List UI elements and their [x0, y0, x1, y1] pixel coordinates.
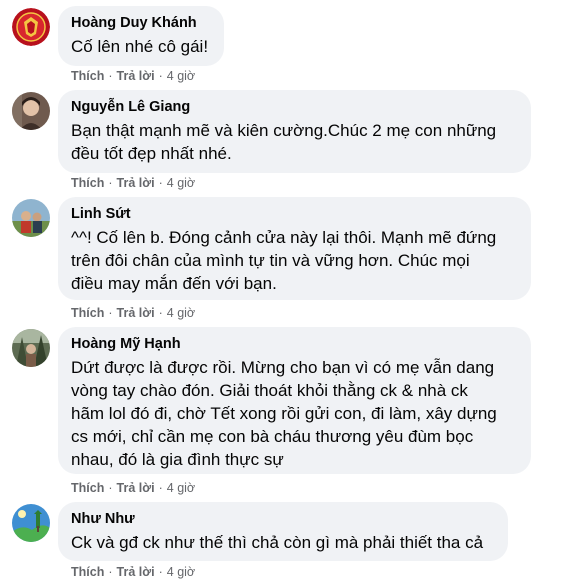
- reply-link[interactable]: Trả lời: [117, 176, 155, 190]
- like-link[interactable]: Thích: [71, 565, 104, 579]
- comment-actions: Thích · Trả lời · 4 giờ: [71, 176, 196, 190]
- comment-author[interactable]: Như Như: [71, 510, 495, 528]
- like-link[interactable]: Thích: [71, 176, 104, 190]
- comment-bubble: Hoàng Duy Khánh Cố lên nhé cô gái!: [58, 6, 224, 66]
- comment-text: Ck và gđ ck như thế thì chả còn gì mà ph…: [71, 533, 484, 552]
- comment-author[interactable]: Linh Sứt: [71, 205, 518, 223]
- comment-author[interactable]: Hoàng Duy Khánh: [71, 14, 211, 32]
- comment-bubble: Như Như Ck và gđ ck như thế thì chả còn …: [58, 502, 508, 561]
- comment-text: Dứt được là được rồi. Mừng cho bạn vì có…: [71, 358, 497, 469]
- reply-link[interactable]: Trả lời: [117, 481, 155, 495]
- avatar[interactable]: [12, 92, 50, 130]
- like-link[interactable]: Thích: [71, 306, 104, 320]
- comment-time[interactable]: 4 giờ: [167, 176, 195, 190]
- like-link[interactable]: Thích: [71, 481, 104, 495]
- person-photo-icon: [12, 92, 50, 130]
- landscape-photo-icon: [12, 504, 50, 542]
- comment-text: Bạn thật mạnh mẽ và kiên cường.Chúc 2 mẹ…: [71, 121, 497, 163]
- reply-link[interactable]: Trả lời: [117, 306, 155, 320]
- comment-time[interactable]: 4 giờ: [167, 565, 195, 579]
- outdoor-photo-icon: [12, 199, 50, 237]
- comment-actions: Thích · Trả lời · 4 giờ: [71, 69, 196, 83]
- avatar[interactable]: [12, 329, 50, 367]
- comment-bubble: Hoàng Mỹ Hạnh Dứt được là được rồi. Mừng…: [58, 327, 531, 474]
- comment-text: ^^! Cố lên b. Đóng cảnh cửa này lại thôi…: [71, 228, 497, 293]
- reply-link[interactable]: Trả lời: [117, 69, 155, 83]
- avatar[interactable]: [12, 199, 50, 237]
- comment-actions: Thích · Trả lời · 4 giờ: [71, 565, 196, 579]
- comment-actions: Thích · Trả lời · 4 giờ: [71, 306, 196, 320]
- forest-photo-icon: [12, 329, 50, 367]
- comment-bubble: Nguyễn Lê Giang Bạn thật mạnh mẽ và kiên…: [58, 90, 531, 173]
- comment-text: Cố lên nhé cô gái!: [71, 37, 209, 56]
- comment-bubble: Linh Sứt ^^! Cố lên b. Đóng cảnh cửa này…: [58, 197, 531, 300]
- team-crest-icon: [12, 8, 50, 46]
- reply-link[interactable]: Trả lời: [117, 565, 155, 579]
- avatar[interactable]: [12, 504, 50, 542]
- comment-time[interactable]: 4 giờ: [167, 69, 195, 83]
- like-link[interactable]: Thích: [71, 69, 104, 83]
- comment-time[interactable]: 4 giờ: [167, 306, 195, 320]
- avatar[interactable]: [12, 8, 50, 46]
- comment-author[interactable]: Hoàng Mỹ Hạnh: [71, 335, 518, 353]
- comment-actions: Thích · Trả lời · 4 giờ: [71, 481, 196, 495]
- comment-author[interactable]: Nguyễn Lê Giang: [71, 98, 518, 116]
- comment-time[interactable]: 4 giờ: [167, 481, 195, 495]
